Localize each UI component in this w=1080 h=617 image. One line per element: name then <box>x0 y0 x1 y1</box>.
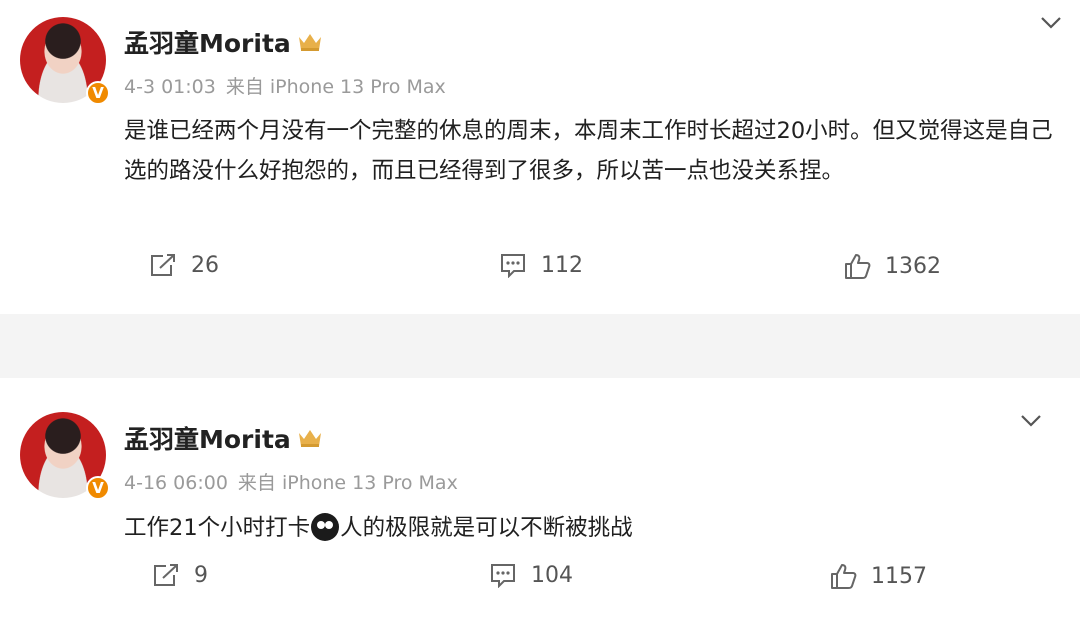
post-text-part1: 工作21个小时打卡 <box>124 515 311 541</box>
repost-icon <box>154 564 178 586</box>
comment-count: 112 <box>541 252 583 278</box>
post-meta: 4-3 01:03 来自 iPhone 13 Pro Max <box>124 72 446 99</box>
post-actions: 26 112 1362 <box>0 252 1080 292</box>
like-icon <box>831 564 857 589</box>
repost-button[interactable]: 9 <box>152 562 208 588</box>
crown-icon <box>298 430 321 447</box>
like-icon <box>845 254 871 279</box>
repost-button[interactable]: 26 <box>149 252 219 278</box>
post-text: 是谁已经两个月没有一个完整的休息的周末，本周末工作时长超过20小时。但又觉得这是… <box>124 118 1053 184</box>
like-button[interactable]: 1157 <box>829 562 927 590</box>
comment-button[interactable]: 112 <box>499 252 583 278</box>
weibo-post: V 孟羽童Morita 4-16 06:00 来自 iPhone 13 Pro M… <box>0 378 1080 617</box>
repost-icon <box>151 254 175 276</box>
comment-icon <box>491 564 515 588</box>
avatar[interactable]: V <box>20 17 110 105</box>
post-text-part2: 人的极限就是可以不断被挑战 <box>340 515 633 541</box>
comment-count: 104 <box>531 562 573 588</box>
weibo-post: V 孟羽童Morita 4-3 01:03 来自 iPhone 13 Pro Ma… <box>0 0 1080 314</box>
post-source: 来自 iPhone 13 Pro Max <box>237 472 458 494</box>
post-source: 来自 iPhone 13 Pro Max <box>225 76 446 98</box>
verified-v-icon: V <box>86 476 110 500</box>
author-name-row: 孟羽童Morita <box>124 420 323 456</box>
post-date[interactable]: 4-3 01:03 <box>124 76 216 98</box>
post-date[interactable]: 4-16 06:00 <box>124 472 228 494</box>
comment-icon <box>501 254 525 278</box>
like-count: 1362 <box>885 253 941 279</box>
author-name[interactable]: 孟羽童Morita <box>124 24 291 60</box>
repost-count: 9 <box>194 562 208 588</box>
crown-icon <box>298 34 321 51</box>
post-actions: 9 104 1157 <box>0 562 1080 602</box>
like-button[interactable]: 1362 <box>843 252 941 280</box>
author-name[interactable]: 孟羽童Morita <box>124 420 291 456</box>
like-count: 1157 <box>871 563 927 589</box>
comment-button[interactable]: 104 <box>489 562 573 588</box>
chevron-down-icon[interactable] <box>1020 414 1042 428</box>
post-text: 工作21个小时打卡 人的极限就是可以不断被挑战 <box>124 508 1054 548</box>
author-name-row: 孟羽童Morita <box>124 24 323 60</box>
chevron-down-icon[interactable] <box>1040 16 1062 30</box>
feed-divider <box>0 314 1080 378</box>
avatar[interactable]: V <box>20 412 110 500</box>
verified-v-icon: V <box>86 81 110 105</box>
post-meta: 4-16 06:00 来自 iPhone 13 Pro Max <box>124 468 458 495</box>
emoji-icon <box>311 513 340 541</box>
repost-count: 26 <box>191 252 219 278</box>
